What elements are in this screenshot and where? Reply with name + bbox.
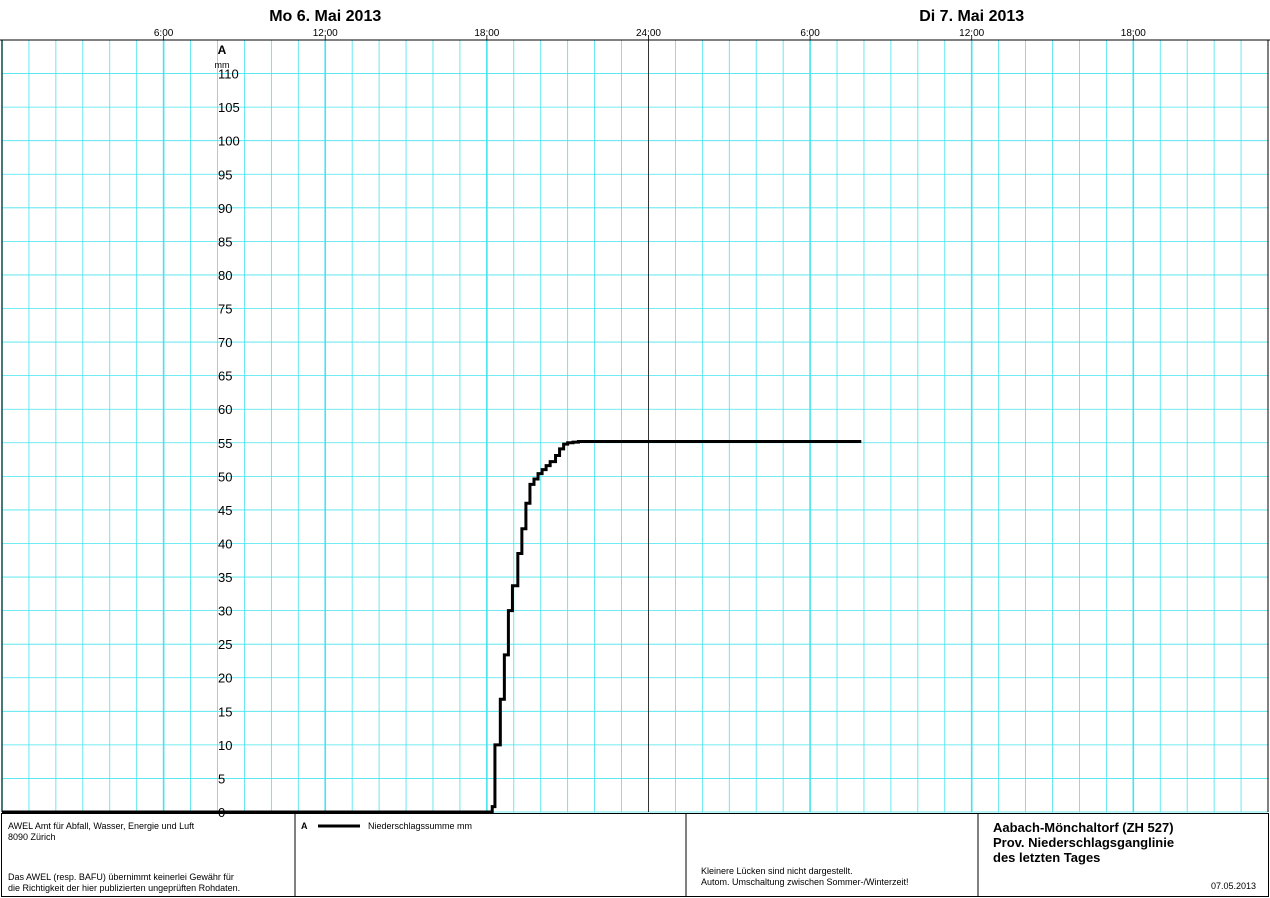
legend-label: Niederschlagssumme mm: [368, 821, 473, 831]
series-layer: [2, 439, 862, 814]
y-tick-label: 85: [218, 234, 232, 249]
y-tick-label: 100: [218, 134, 240, 149]
time-tick-label: 12:00: [313, 28, 338, 39]
y-tick-label: 105: [218, 100, 240, 115]
y-tick-label: 60: [218, 402, 232, 417]
time-tick-label: 24:00: [636, 28, 661, 39]
y-tick-label: 20: [218, 671, 232, 686]
y-tick-label: 90: [218, 201, 232, 216]
time-tick-label: 18:00: [474, 28, 499, 39]
y-axis-tick-labels: 0510152025303540455055606570758085909510…: [218, 67, 240, 820]
y-tick-label: 75: [218, 302, 232, 317]
legend-letter: A: [301, 821, 308, 831]
time-tick-label: 18:00: [1121, 28, 1146, 39]
y-tick-label: 40: [218, 536, 232, 551]
station-name: Aabach-Mönchaltorf (ZH 527): [993, 820, 1174, 835]
time-tick-label: 6:00: [800, 28, 820, 39]
axis-letter: A: [218, 43, 227, 57]
y-tick-label: 65: [218, 369, 232, 384]
day-label: Di 7. Mai 2013: [919, 8, 1024, 25]
report-date: 07.05.2013: [1211, 881, 1257, 891]
time-tick-label: 12:00: [959, 28, 984, 39]
day-label: Mo 6. Mai 2013: [269, 8, 381, 25]
chart-kind: Prov. Niederschlagsganglinie: [993, 835, 1175, 850]
disclaimer-line-2: die Richtigkeit der hier publizierten un…: [8, 883, 241, 893]
org-name: AWEL Amt für Abfall, Wasser, Energie und…: [8, 821, 195, 831]
note-gaps: Kleinere Lücken sind nicht dargestellt.: [701, 866, 853, 876]
y-tick-label: 30: [218, 604, 232, 619]
y-tick-label: 95: [218, 167, 232, 182]
day-labels: Mo 6. Mai 2013 Di 7. Mai 2013: [269, 8, 1024, 25]
y-tick-label: 35: [218, 570, 232, 585]
y-tick-label: 70: [218, 335, 232, 350]
time-tick-labels: 6:00 12:00 18:00 24:00 6:00 12:00 18:00: [154, 28, 1146, 39]
note-dst: Autom. Umschaltung zwischen Sommer-/Wint…: [701, 877, 909, 887]
y-tick-label: 80: [218, 268, 232, 283]
chart-period: des letzten Tages: [993, 850, 1101, 865]
y-tick-label: 5: [218, 771, 225, 786]
y-tick-label: 25: [218, 637, 232, 652]
disclaimer-line-1: Das AWEL (resp. BAFU) übernimmt keinerle…: [8, 872, 234, 882]
y-tick-label: 10: [218, 738, 232, 753]
precipitation-chart: 0510152025303540455055606570758085909510…: [0, 8, 1270, 897]
y-tick-label: 45: [218, 503, 232, 518]
time-tick-label: 6:00: [154, 28, 174, 39]
axis-unit: mm: [215, 60, 230, 70]
y-tick-label: 50: [218, 469, 232, 484]
minor-grid: [2, 39, 1269, 813]
org-address: 8090 Zürich: [8, 832, 56, 842]
y-tick-label: 55: [218, 436, 232, 451]
y-tick-label: 15: [218, 704, 232, 719]
series-line-niederschlagssumme: [2, 439, 862, 814]
